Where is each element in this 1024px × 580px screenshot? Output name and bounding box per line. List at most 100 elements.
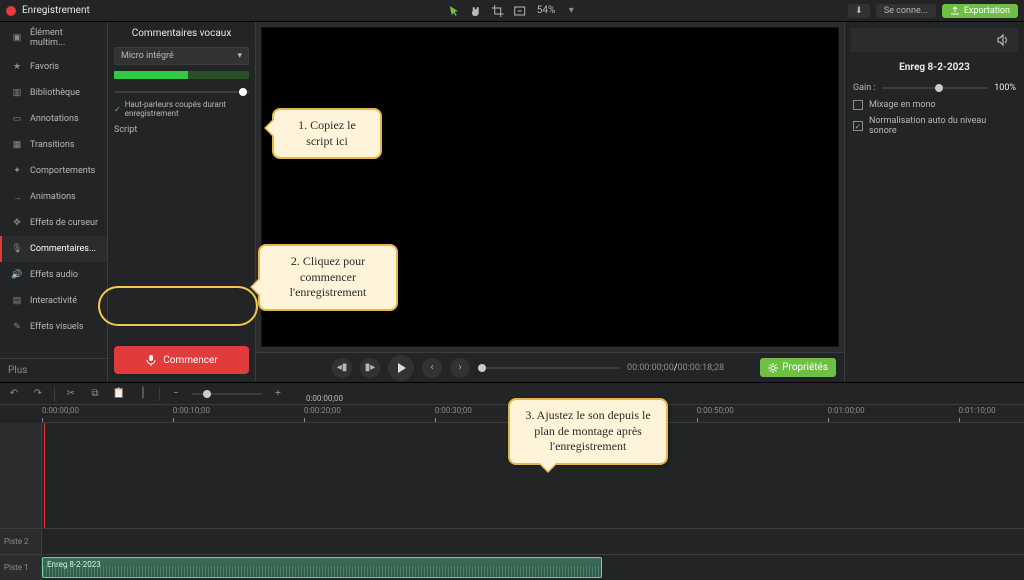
track-2-content[interactable]: [42, 529, 1024, 554]
checkbox-icon: [853, 100, 863, 110]
library-icon: ▥: [10, 86, 24, 100]
help-callout-2: 2. Cliquez pour commencer l'enregistreme…: [258, 244, 398, 311]
topbar-right: ⬇ Se conne... Exportation: [848, 4, 1018, 18]
track-1: Piste 1 Enreg 8-2-2023: [0, 554, 1024, 580]
rail-voice[interactable]: 🎙Commentaires...: [0, 236, 107, 262]
audio-clip[interactable]: Enreg 8-2-2023: [42, 557, 602, 578]
paste-icon[interactable]: 📋: [111, 386, 127, 402]
track-1-name[interactable]: Piste 1: [0, 555, 42, 580]
track-2-name[interactable]: Piste 2: [0, 529, 42, 554]
transition-icon: ▦: [10, 138, 24, 152]
transport-bar: ◂▮ ▮▸ ‹ › 00:00:00;00/00:00:18;28 Propri…: [256, 352, 844, 382]
undo-icon[interactable]: ↶: [6, 386, 22, 402]
audio-preview-row: [851, 28, 1018, 52]
timeline-head-time: 0:00:00;00: [306, 394, 343, 403]
prev-frame-button[interactable]: ◂▮: [332, 358, 352, 378]
annotation-icon: ▭: [10, 112, 24, 126]
properties-panel: Enreg 8-2-2023 Gain : 100% Mixage en mon…: [844, 22, 1024, 382]
zoom-in-icon[interactable]: +: [270, 386, 286, 402]
normalize-label: Normalisation auto du niveau sonore: [869, 116, 1016, 136]
scrubber[interactable]: [478, 367, 619, 369]
rail-cursor[interactable]: ✥Effets de curseur: [0, 210, 107, 236]
export-button[interactable]: Exportation: [942, 4, 1018, 18]
help-callout-3: 3. Ajustez le son depuis le plan de mont…: [508, 398, 668, 465]
rail-annotations[interactable]: ▭Annotations: [0, 106, 107, 132]
speaker-icon[interactable]: [996, 33, 1010, 47]
track-1-content[interactable]: Enreg 8-2-2023: [42, 555, 1024, 580]
hand-tool-icon[interactable]: [467, 2, 485, 20]
check-icon: ✓: [853, 121, 863, 131]
play-button[interactable]: [388, 355, 414, 381]
topbar: Enregistrement 54% ▾ ⬇ Se conne... Expor…: [0, 0, 1024, 22]
rail-audio[interactable]: 🔊Effets audio: [0, 262, 107, 288]
prev-clip-button[interactable]: ‹: [422, 358, 442, 378]
gain-label: Gain :: [853, 83, 876, 93]
clip-title: Enreg 8-2-2023: [851, 56, 1018, 79]
tool-rail: ▣Élément multim... ★Favoris ▥Bibliothèqu…: [0, 22, 108, 382]
rail-visual[interactable]: ✎Effets visuels: [0, 314, 107, 340]
input-level-meter: [114, 71, 249, 79]
ruler-tick: 0:00:50;00: [697, 405, 698, 422]
rail-interactivity[interactable]: ▤Interactivité: [0, 288, 107, 314]
behavior-icon: ✦: [10, 164, 24, 178]
ruler-tick: 0:00:00;00: [42, 405, 43, 422]
mic-select[interactable]: Micro intégré ▾: [114, 47, 249, 65]
playhead[interactable]: [44, 423, 45, 528]
copy-icon[interactable]: ⧉: [87, 386, 103, 402]
split-icon[interactable]: ⎮: [135, 386, 151, 402]
crop-tool-icon[interactable]: [489, 2, 507, 20]
interactive-icon: ▤: [10, 294, 24, 308]
gain-slider[interactable]: [882, 87, 989, 89]
pointer-tool-icon[interactable]: [445, 2, 463, 20]
input-gain-slider[interactable]: [114, 91, 249, 93]
ruler-tick: 0:00:20;00: [304, 405, 305, 422]
rail-library[interactable]: ▥Bibliothèque: [0, 80, 107, 106]
panel-title: Commentaires vocaux: [108, 22, 255, 45]
timeline-zoom-slider[interactable]: [192, 393, 262, 395]
zoom-dropdown-icon[interactable]: ▾: [563, 3, 579, 19]
zoom-out-icon[interactable]: −: [168, 386, 184, 402]
gain-value: 100%: [994, 83, 1016, 93]
app-root: Enregistrement 54% ▾ ⬇ Se conne... Expor…: [0, 0, 1024, 580]
cut-icon[interactable]: ✂: [63, 386, 79, 402]
star-icon: ★: [10, 60, 24, 74]
animation-icon: →: [10, 190, 24, 204]
canvas-area: ◂▮ ▮▸ ‹ › 00:00:00;00/00:00:18;28 Propri…: [256, 22, 844, 382]
gain-row: Gain : 100%: [851, 79, 1018, 97]
mic-icon: 🎙: [10, 242, 24, 256]
properties-button[interactable]: Propriétés: [760, 358, 836, 377]
ruler-tick: 0:01:10;00: [959, 405, 960, 422]
script-textarea[interactable]: [108, 139, 255, 338]
zoom-percent[interactable]: 54%: [533, 5, 560, 16]
download-icon[interactable]: ⬇: [848, 4, 870, 18]
rail-more[interactable]: Plus: [0, 358, 107, 382]
chevron-down-icon: ▾: [237, 51, 242, 61]
next-frame-button[interactable]: ▮▸: [360, 358, 380, 378]
mono-label: Mixage en mono: [869, 100, 936, 110]
mono-checkbox[interactable]: Mixage en mono: [851, 97, 1018, 113]
start-record-button[interactable]: Commencer: [114, 346, 249, 374]
media-icon: ▣: [10, 31, 24, 45]
mic-select-value: Micro intégré: [121, 51, 174, 61]
gear-icon: [768, 363, 778, 373]
normalize-checkbox[interactable]: ✓ Normalisation auto du niveau sonore: [851, 113, 1018, 139]
track-2: Piste 2: [0, 528, 1024, 554]
login-button[interactable]: Se conne...: [876, 4, 936, 18]
start-label: Commencer: [163, 355, 218, 366]
rail-animations[interactable]: →Animations: [0, 184, 107, 210]
cursor-icon: ✥: [10, 216, 24, 230]
main-area: ▣Élément multim... ★Favoris ▥Bibliothèqu…: [0, 22, 1024, 382]
rail-transitions[interactable]: ▦Transitions: [0, 132, 107, 158]
next-clip-button[interactable]: ›: [450, 358, 470, 378]
mute-checkbox[interactable]: ✓ Haut-parleurs coupés durant enregistre…: [108, 97, 255, 121]
rail-behaviors[interactable]: ✦Comportements: [0, 158, 107, 184]
wand-icon: ✎: [10, 320, 24, 334]
redo-icon[interactable]: ↷: [30, 386, 46, 402]
fit-tool-icon[interactable]: [511, 2, 529, 20]
rail-favorites[interactable]: ★Favoris: [0, 54, 107, 80]
ruler-tick: 0:00:10;00: [173, 405, 174, 422]
record-indicator-icon: [6, 6, 16, 16]
rail-media[interactable]: ▣Élément multim...: [0, 22, 107, 54]
ruler-tick: 0:00:30;00: [435, 405, 436, 422]
window-title: Enregistrement: [22, 5, 90, 16]
